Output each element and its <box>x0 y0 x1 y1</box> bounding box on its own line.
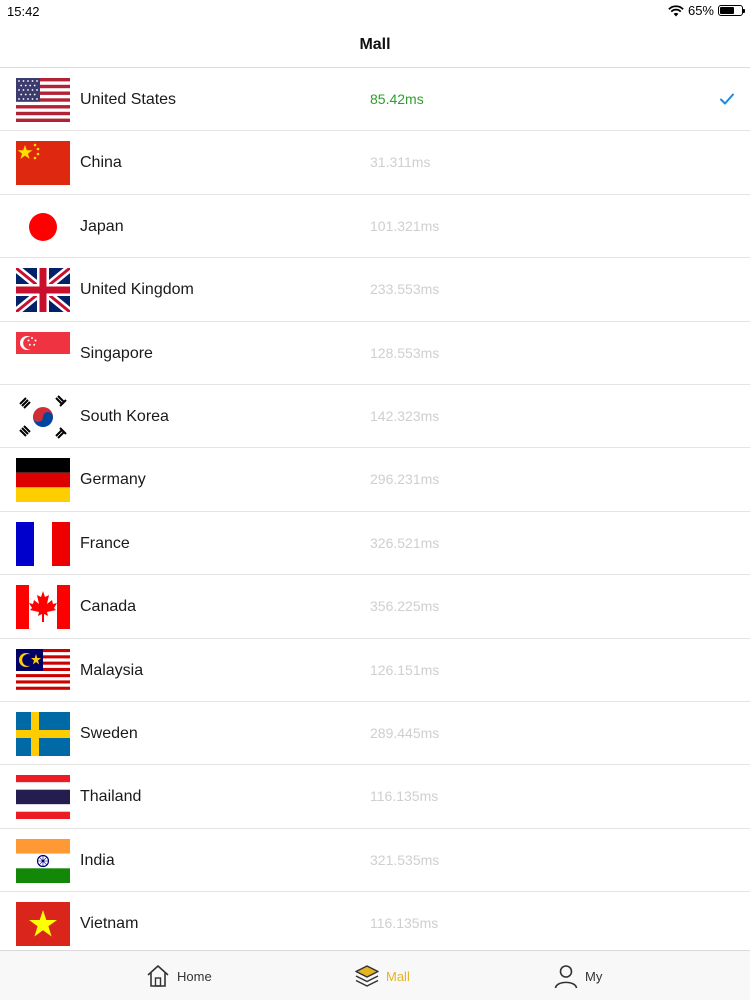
tab-home[interactable]: Home <box>145 963 212 989</box>
jp-flag-icon <box>16 204 70 249</box>
server-row-malaysia[interactable]: Malaysia 126.151ms <box>0 639 750 702</box>
sg-flag-icon <box>16 331 70 376</box>
ca-flag-icon <box>16 585 70 630</box>
latency-value: 142.323ms <box>370 407 440 424</box>
server-row-france[interactable]: France 326.521ms <box>0 512 750 576</box>
latency-value: 126.151ms <box>370 661 440 678</box>
latency-value: 233.553ms <box>370 281 440 298</box>
server-row-south-korea[interactable]: South Korea 142.323ms <box>0 385 750 449</box>
battery-icon <box>718 5 745 16</box>
country-name: Singapore <box>80 344 153 362</box>
latency-value: 321.535ms <box>370 851 440 868</box>
server-row-canada[interactable]: Canada 356.225ms <box>0 575 750 639</box>
layers-icon <box>355 965 379 987</box>
in-flag-icon <box>16 838 70 883</box>
latency-value: 326.521ms <box>370 534 440 551</box>
latency-value: 296.231ms <box>370 471 440 488</box>
latency-value: 101.321ms <box>370 217 440 234</box>
country-name: Vietnam <box>80 915 139 933</box>
tab-label: Home <box>177 968 212 984</box>
server-row-china[interactable]: China 31.311ms <box>0 131 750 195</box>
latency-value: 116.135ms <box>370 915 439 932</box>
country-name: Japan <box>80 217 124 235</box>
country-name: Germany <box>80 471 146 489</box>
gb-flag-icon <box>16 268 70 313</box>
th-flag-icon <box>16 775 70 820</box>
country-name: South Korea <box>80 407 169 425</box>
latency-value: 356.225ms <box>370 598 440 615</box>
status-time: 15:42 <box>7 4 40 19</box>
tab-label: Mall <box>386 968 410 984</box>
country-name: Thailand <box>80 788 142 806</box>
my-flag-icon <box>16 648 70 693</box>
server-row-india[interactable]: India 321.535ms <box>0 829 750 893</box>
latency-value: 116.135ms <box>370 788 439 805</box>
country-name: France <box>80 534 130 552</box>
wifi-icon <box>668 4 684 16</box>
country-name: China <box>80 154 122 172</box>
country-name: United Kingdom <box>80 281 194 299</box>
country-name: Sweden <box>80 724 138 742</box>
server-row-thailand[interactable]: Thailand 116.135ms <box>0 765 750 829</box>
country-name: United States <box>80 91 177 108</box>
battery-level <box>720 7 734 14</box>
country-name: Canada <box>80 598 137 616</box>
server-row-united-states[interactable]: United States 85.42ms <box>0 68 750 132</box>
latency-value: 128.553ms <box>370 344 440 361</box>
checkmark-icon <box>720 93 734 105</box>
tab-my[interactable]: My <box>553 963 602 989</box>
user-icon <box>554 965 578 989</box>
server-row-germany[interactable]: Germany 296.231ms <box>0 448 750 512</box>
kr-flag-icon <box>16 394 70 439</box>
server-row-japan[interactable]: Japan 101.321ms <box>0 195 750 259</box>
server-row-united-kingdom[interactable]: United Kingdom 233.553ms <box>0 258 750 322</box>
page-title: Mall <box>359 36 391 53</box>
home-icon <box>147 965 169 987</box>
server-row-singapore[interactable]: Singapore 128.553ms <box>0 322 750 385</box>
latency-value: 289.445ms <box>370 724 440 741</box>
vn-flag-icon <box>16 902 70 947</box>
tab-bar: Home Mall My <box>0 950 750 1000</box>
navigation-bar: Mall <box>0 22 750 68</box>
country-name: India <box>80 851 115 869</box>
tab-label: My <box>585 968 603 984</box>
server-row-sweden[interactable]: Sweden 289.445ms <box>0 702 750 766</box>
cn-flag-icon <box>16 141 70 186</box>
country-name: Malaysia <box>80 661 144 679</box>
tab-mall[interactable]: Mall <box>354 963 410 989</box>
se-flag-icon <box>16 711 70 756</box>
fr-flag-icon <box>16 521 70 566</box>
status-indicators: 65% <box>668 3 745 18</box>
battery-percent: 65% <box>687 3 714 18</box>
latency-value: 85.42ms <box>370 91 424 107</box>
server-list: United States 85.42ms China 31.311ms Jap… <box>0 68 750 950</box>
de-flag-icon <box>16 458 70 503</box>
status-bar: 15:42 65% <box>0 0 750 22</box>
us-flag-icon <box>16 78 70 122</box>
latency-value: 31.311ms <box>370 154 431 171</box>
server-row-vietnam[interactable]: Vietnam 116.135ms <box>0 892 750 950</box>
